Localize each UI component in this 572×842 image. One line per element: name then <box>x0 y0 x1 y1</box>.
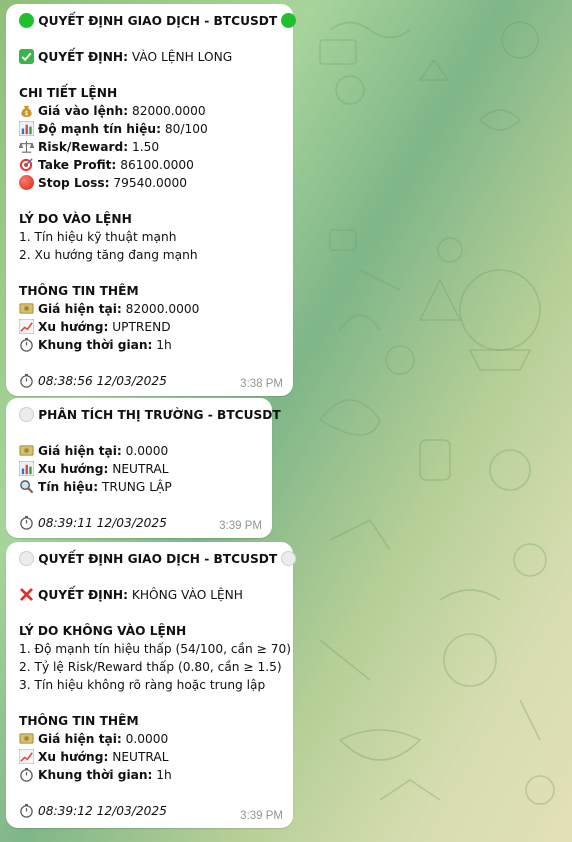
target-icon <box>19 158 33 172</box>
reason-item: 2. Xu hướng tăng đang mạnh <box>19 248 198 262</box>
decision-label: QUYẾT ĐỊNH: <box>38 50 128 64</box>
detail-entry-price: $ Giá vào lệnh: 82000.0000 <box>19 102 280 120</box>
extra-timeframe: Khung thời gian: 1h <box>19 766 280 784</box>
detail-signal-strength: Độ mạnh tín hiệu: 80/100 <box>19 120 280 138</box>
detail-stop-loss: Stop Loss: 79540.0000 <box>19 174 280 192</box>
message-title: QUYẾT ĐỊNH GIAO DỊCH - BTCUSDT <box>38 14 278 28</box>
bar-chart-icon <box>19 121 34 136</box>
white-circle-icon <box>19 551 34 566</box>
stopwatch-icon <box>20 767 33 782</box>
message-time: 3:39 PM <box>240 810 283 822</box>
trend-up-icon <box>19 319 34 334</box>
money-bag-icon: $ <box>21 105 32 117</box>
red-circle-icon <box>19 175 34 190</box>
decision-label: QUYẾT ĐỊNH: <box>38 588 128 602</box>
extra-current-price: Giá hiện tại: 0.0000 <box>19 730 280 748</box>
message-title: PHÂN TÍCH THỊ TRƯỜNG - BTCUSDT <box>38 408 281 422</box>
reason-item: 3. Tín hiệu không rõ ràng hoặc trung lập <box>19 678 266 692</box>
analysis-signal: Tín hiệu: TRUNG LẬP <box>19 478 259 496</box>
banknote-icon <box>19 303 34 314</box>
message-bubble-trade-decision-skip[interactable]: QUYẾT ĐỊNH GIAO DỊCH - BTCUSDT QUYẾT ĐỊN… <box>6 542 297 828</box>
extra-heading: THÔNG TIN THÊM <box>19 714 139 728</box>
details-heading: CHI TIẾT LỆNH <box>19 86 118 100</box>
message-timestamp: 08:39:12 12/03/2025 <box>38 804 167 818</box>
extra-trend: Xu hướng: UPTREND <box>19 318 280 336</box>
scales-icon <box>19 140 34 153</box>
extra-trend: Xu hướng: NEUTRAL <box>19 748 280 766</box>
stopwatch-icon <box>20 373 33 388</box>
banknote-icon <box>19 445 34 456</box>
message-bubble-market-analysis[interactable]: PHÂN TÍCH THỊ TRƯỜNG - BTCUSDT Giá hiện … <box>6 398 281 538</box>
extra-current-price: Giá hiện tại: 82000.0000 <box>19 300 280 318</box>
message-timestamp: 08:39:11 12/03/2025 <box>38 516 167 530</box>
reason-item: 1. Độ mạnh tín hiệu thấp (54/100, cần ≥ … <box>19 642 291 656</box>
analysis-trend: Xu hướng: NEUTRAL <box>19 460 259 478</box>
reasons-heading: LÝ DO KHÔNG VÀO LỆNH <box>19 624 187 638</box>
white-circle-icon <box>281 551 297 566</box>
reasons-heading: LÝ DO VÀO LỆNH <box>19 212 132 226</box>
reason-item: 1. Tín hiệu kỹ thuật mạnh <box>19 230 177 244</box>
message-time: 3:38 PM <box>240 378 283 390</box>
bar-chart-icon <box>19 461 34 476</box>
extra-heading: THÔNG TIN THÊM <box>19 284 139 298</box>
message-timestamp: 08:38:56 12/03/2025 <box>38 374 167 388</box>
white-circle-icon <box>19 407 34 422</box>
extra-timeframe: Khung thời gian: 1h <box>19 336 280 354</box>
decision-value: KHÔNG VÀO LỆNH <box>131 588 243 602</box>
decision-value: VÀO LỆNH LONG <box>131 50 233 64</box>
reason-item: 2. Tỷ lệ Risk/Reward thấp (0.80, cần ≥ 1… <box>19 660 282 674</box>
stopwatch-icon <box>20 337 33 352</box>
green-circle-icon <box>281 13 297 28</box>
message-title-row: QUYẾT ĐỊNH GIAO DỊCH - BTCUSDT <box>19 550 297 568</box>
analysis-current-price: Giá hiện tại: 0.0000 <box>19 442 259 460</box>
stopwatch-icon <box>20 803 33 818</box>
green-circle-icon <box>19 13 34 28</box>
message-title-row: QUYẾT ĐỊNH GIAO DỊCH - BTCUSDT <box>19 12 297 30</box>
decision-row: QUYẾT ĐỊNH: KHÔNG VÀO LỆNH <box>19 586 280 604</box>
magnifier-icon <box>20 480 34 494</box>
message-time: 3:39 PM <box>219 520 262 532</box>
message-title: QUYẾT ĐỊNH GIAO DỊCH - BTCUSDT <box>38 552 278 566</box>
detail-risk-reward: Risk/Reward: 1.50 <box>19 138 280 156</box>
trend-up-icon <box>19 749 34 764</box>
decision-row: QUYẾT ĐỊNH: VÀO LỆNH LONG <box>19 48 280 66</box>
stopwatch-icon <box>20 515 33 530</box>
banknote-icon <box>19 733 34 744</box>
svg-text:$: $ <box>24 109 28 117</box>
message-title-row: PHÂN TÍCH THỊ TRƯỜNG - BTCUSDT <box>19 406 281 424</box>
message-bubble-trade-decision-long[interactable]: QUYẾT ĐỊNH GIAO DỊCH - BTCUSDT QUYẾT ĐỊN… <box>6 4 297 396</box>
detail-take-profit: Take Profit: 86100.0000 <box>19 156 280 174</box>
check-icon <box>19 49 34 64</box>
cross-icon <box>20 588 33 601</box>
